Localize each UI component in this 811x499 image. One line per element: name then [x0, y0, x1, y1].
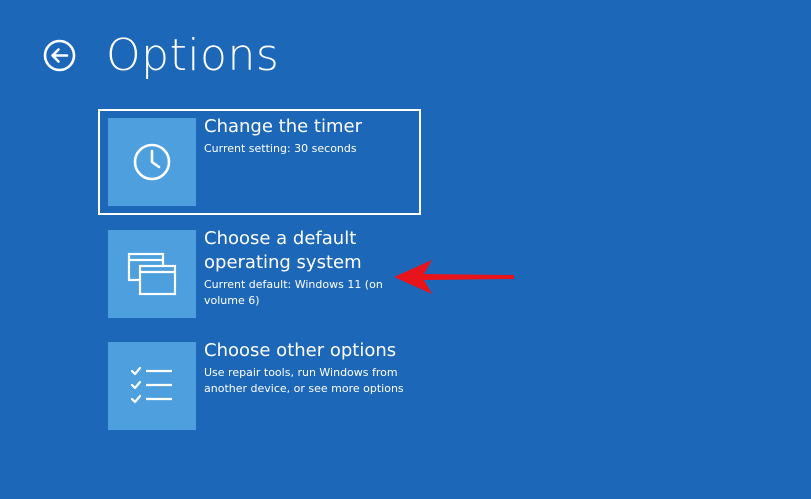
option-tile: [108, 342, 196, 430]
page-title: Options: [106, 30, 280, 81]
windows-icon: [127, 252, 177, 296]
annotation-arrow-icon: [394, 260, 514, 294]
clock-icon: [133, 143, 171, 181]
option-label: Change the timer: [204, 116, 362, 137]
option-label: Choose other options: [204, 340, 397, 361]
option-choose-other-options[interactable]: Choose other options Use repair tools, r…: [98, 333, 421, 439]
back-arrow-icon: [43, 39, 76, 72]
option-tile: [108, 118, 196, 206]
option-description: Current setting: 30 seconds: [204, 142, 357, 155]
option-tile: [108, 230, 196, 318]
option-description: Use repair tools, run Windows from anoth…: [204, 366, 404, 395]
option-description: Current default: Windows 11 (on volume 6…: [204, 278, 383, 307]
option-label: Choose a default operating system: [204, 228, 362, 273]
option-change-timer[interactable]: Change the timer Current setting: 30 sec…: [98, 109, 421, 215]
back-button[interactable]: [43, 39, 76, 72]
option-choose-default-os[interactable]: Choose a default operating system Curren…: [98, 221, 421, 327]
checklist-icon: [130, 366, 172, 404]
